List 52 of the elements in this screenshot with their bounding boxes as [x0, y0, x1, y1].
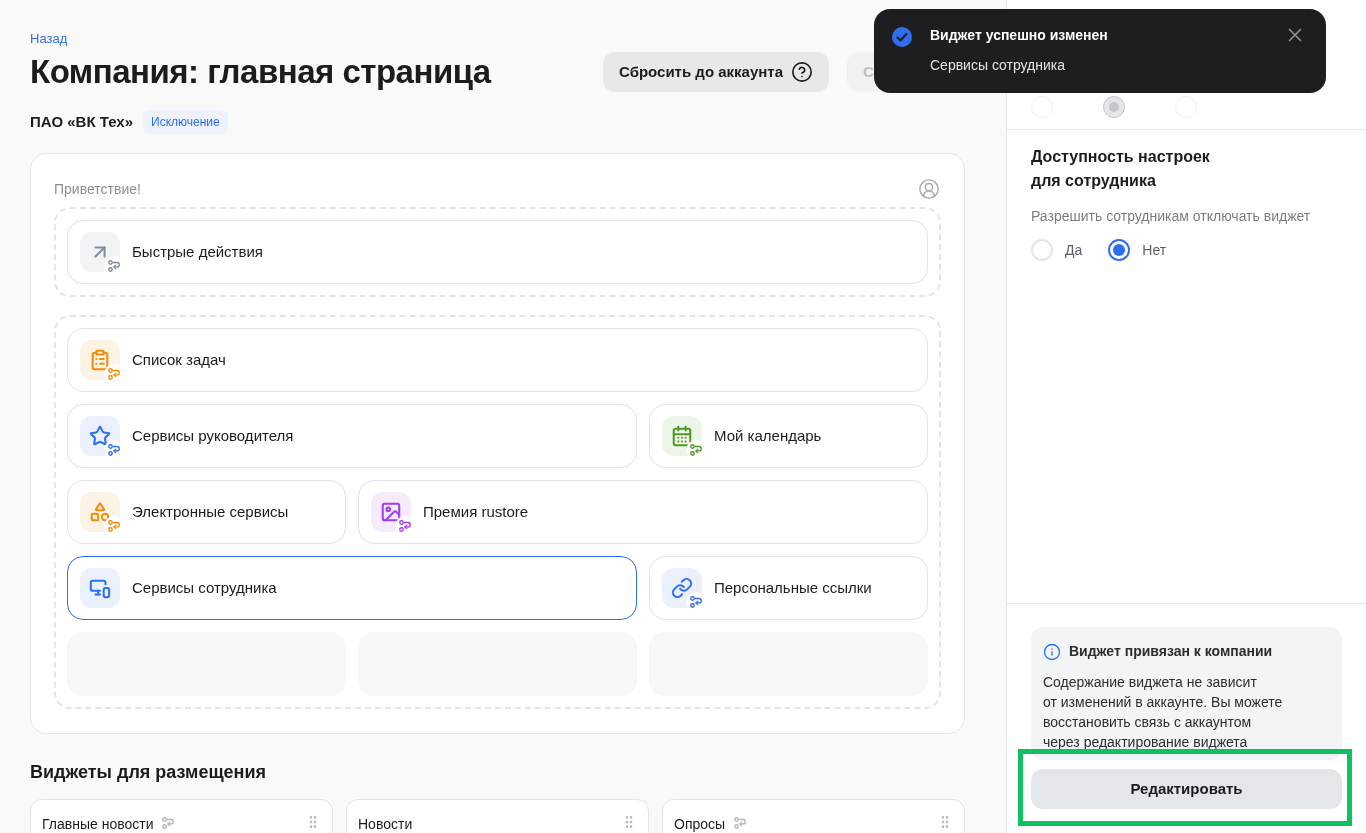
widget-title: Опросы: [674, 815, 726, 833]
widget-card[interactable]: Главные новости: [30, 799, 333, 833]
sync-link-icon: [107, 443, 121, 457]
sync-link-icon: [398, 519, 412, 533]
reset-button[interactable]: Сбросить до аккаунта: [603, 52, 829, 92]
sync-link-icon: [689, 443, 703, 457]
page-title: Компания: главная страница: [30, 52, 491, 92]
widget-title: Быстрые действия: [132, 241, 263, 262]
sync-link-icon: [161, 816, 176, 830]
widget-title: Список задач: [132, 349, 226, 370]
organization-name: ПАО «ВК Тех»: [30, 111, 133, 132]
sync-link-icon: [107, 367, 121, 381]
greeting-text: Приветствие!: [54, 179, 141, 199]
widget-card[interactable]: Список задач: [67, 328, 928, 392]
exception-badge: Исключение: [143, 110, 228, 134]
widget-title: Мой календарь: [714, 425, 822, 446]
widget-card[interactable]: Быстрые действия: [67, 220, 928, 284]
widget-title: Новости: [358, 815, 413, 833]
info-text: Содержание виджета не зависит от изменений в аккаунте. Вы можете восстановить связь с аккаунтом через редактирование виджета: [1043, 673, 1284, 752]
edit-button[interactable]: Редактировать: [1031, 769, 1342, 809]
widget-title: Персональные ссылки: [714, 577, 872, 598]
sync-link-icon: [107, 519, 121, 533]
option-label: Нет: [1142, 240, 1167, 260]
toast-subtitle: Сервисы сотрудника: [930, 56, 1067, 74]
widget-card[interactable]: Новости: [346, 799, 649, 833]
widget-card[interactable]: Электронные сервисы: [67, 480, 346, 544]
info-icon: [1043, 642, 1061, 661]
widget-title: Электронные сервисы: [132, 501, 289, 522]
settings-question: Разрешить сотрудникам отключать виджет: [1031, 207, 1312, 226]
settings-title: Доступность настроек для сотрудника: [1031, 147, 1211, 191]
sync-link-icon: [689, 595, 703, 609]
sync-link-icon: [107, 259, 121, 273]
widget-card[interactable]: Мой календарь: [649, 404, 928, 468]
widget-card[interactable]: Опросы: [662, 799, 965, 833]
radio-button[interactable]: [1108, 239, 1131, 261]
sync-link-icon: [733, 816, 748, 830]
user-icon: [918, 178, 940, 200]
radio-button[interactable]: [1103, 96, 1125, 118]
check-icon: [892, 27, 912, 47]
widget-title: Сервисы сотрудника: [132, 577, 277, 598]
widget-card[interactable]: Сервисы руководителя: [67, 404, 637, 468]
help-icon: [791, 61, 813, 83]
option-label: Да: [1065, 240, 1083, 260]
toast-title: Виджет успешно изменен: [930, 26, 1108, 44]
widget-title: Сервисы руководителя: [132, 425, 294, 446]
widget-card[interactable]: Персональные ссылки: [649, 556, 928, 620]
widget-title: Главные новости: [42, 815, 154, 833]
info-title: Виджет привязан к компании: [1069, 642, 1273, 661]
widget-card[interactable]: Премия rustore: [358, 480, 928, 544]
widget-card[interactable]: Сервисы сотрудника: [67, 556, 637, 620]
widget-title: Премия rustore: [423, 501, 529, 522]
section-title: Виджеты для размещения: [30, 761, 268, 783]
